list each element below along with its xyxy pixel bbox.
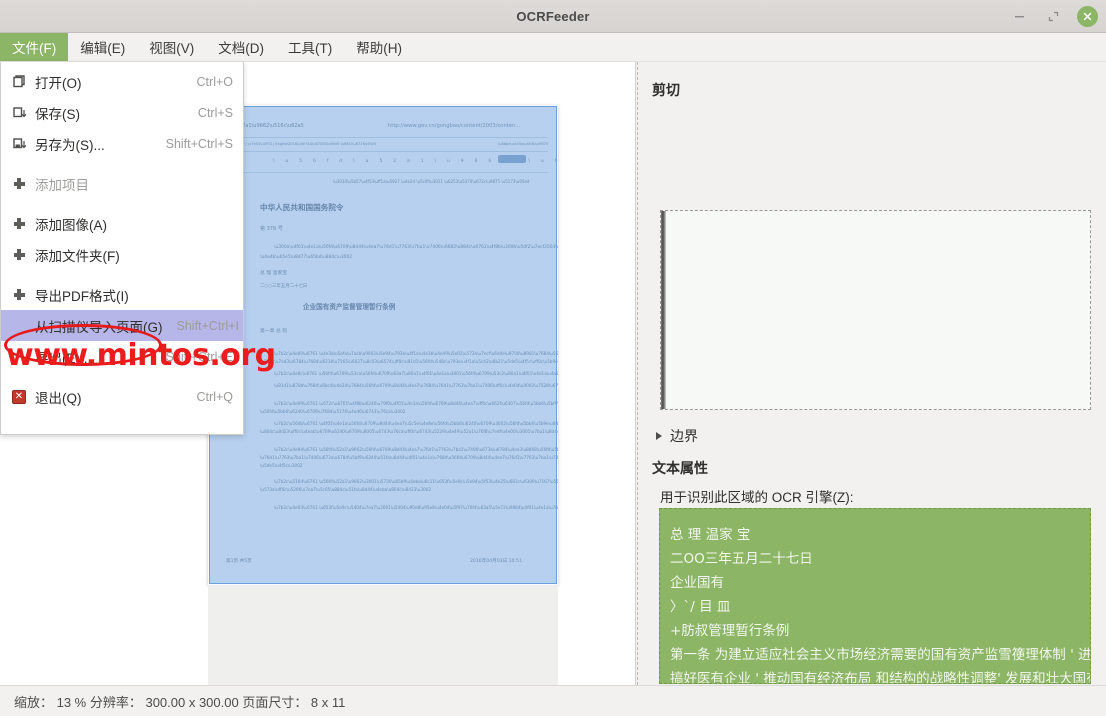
ocr-output-line: +肪叔管理暂行条例: [670, 623, 790, 639]
menu-item-save[interactable]: 保存(S) Ctrl+S: [1, 97, 243, 128]
menu-item-label: 添加图像(A): [35, 217, 107, 233]
menu-item-accel: Shift+Ctrl+E: [165, 349, 233, 364]
selected-region-overlay[interactable]: [209, 106, 557, 584]
plus-icon: [9, 215, 29, 233]
menu-item-label: 导出(E)...: [35, 350, 92, 366]
menubar-item-view[interactable]: 视图(V): [137, 33, 206, 61]
statusbar-text: 缩放： 13 % 分辨率： 300.00 x 300.00 页面尺寸： 8 x …: [14, 694, 346, 710]
file-menu-dropdown: 打开(O) Ctrl+O 保存(S) Ctrl+S 另存为(S)... Shif…: [0, 62, 244, 435]
menu-separator: [1, 159, 243, 168]
borders-expander[interactable]: 边界: [656, 426, 698, 446]
clip-preview-edge: [661, 211, 666, 409]
canvas-empty-band: [208, 585, 558, 685]
close-icon[interactable]: [1077, 6, 1098, 27]
scanner-icon: [9, 317, 29, 335]
menu-item-quit[interactable]: ✕ 退出(Q) Ctrl+Q: [1, 381, 243, 412]
menubar-item-file[interactable]: 文件(F): [0, 33, 69, 61]
menu-item-save-as[interactable]: 另存为(S)... Shift+Ctrl+S: [1, 128, 243, 159]
menu-item-label: 另存为(S)...: [35, 137, 105, 153]
menu-item-add-item: 添加项目: [1, 168, 243, 199]
menubar-item-help[interactable]: 帮助(H): [344, 33, 414, 61]
menu-item-open[interactable]: 打开(O) Ctrl+O: [1, 66, 243, 97]
menu-item-accel: Shift+Ctrl+S: [165, 136, 233, 151]
menu-item-label: 添加文件夹(F): [35, 248, 120, 264]
menubar: 文件(F) 编辑(E) 视图(V) 文档(D) 工具(T) 帮助(H): [0, 33, 1106, 62]
exit-icon: ✕: [9, 388, 29, 406]
window-controls: [1009, 0, 1098, 33]
borders-label: 边界: [670, 428, 698, 444]
statusbar: 缩放： 13 % 分辨率： 300.00 x 300.00 页面尺寸： 8 x …: [0, 685, 1106, 716]
menubar-item-edit[interactable]: 编辑(E): [68, 33, 137, 61]
ocr-output-textarea[interactable]: 总 理 温家 宝 二OO三年五月二十七日 企业国有 〉ˋ/ 目 皿 +肪叔管理暂…: [659, 508, 1091, 684]
menu-item-accel: Shift+Ctrl+I: [176, 318, 240, 333]
ocrfeeder-window: OCRFeeder 文件(F) 编辑(E) 视图(V) 文档(D) 工具(T): [0, 0, 1106, 716]
menu-item-label: 添加项目: [35, 177, 89, 193]
ocr-engine-label: 用于识别此区域的 OCR 引擎(Z):: [660, 490, 854, 505]
clip-section-title: 剪切: [652, 82, 680, 98]
plus-icon: [9, 286, 29, 304]
menu-item-accel: Ctrl+Q: [196, 389, 233, 404]
export-icon: [9, 348, 29, 366]
chevron-right-icon: [656, 432, 662, 440]
menu-item-add-folder[interactable]: 添加文件夹(F): [1, 239, 243, 270]
menu-item-accel: Ctrl+O: [196, 74, 233, 89]
ocr-output-line: 〉ˋ/ 目 皿: [670, 599, 731, 615]
menu-item-import-from-scanner[interactable]: 从扫描仪导入页面(G) Shift+Ctrl+I: [1, 310, 243, 341]
menu-separator: [1, 199, 243, 208]
menu-item-add-image[interactable]: 添加图像(A): [1, 208, 243, 239]
text-properties-title: 文本属性: [652, 460, 708, 476]
menu-item-label: 从扫描仪导入页面(G): [35, 319, 163, 335]
plus-icon: [9, 246, 29, 264]
ocr-output-line: 企业国有: [670, 575, 724, 591]
ocr-output-line: 二OO三年五月二十七日: [670, 551, 813, 567]
window-title: OCRFeeder: [516, 9, 590, 24]
menu-item-label: 退出(Q): [35, 390, 82, 406]
menubar-item-tools[interactable]: 工具(T): [276, 33, 344, 61]
ocr-output-line: 总 理 温家 宝: [670, 527, 751, 543]
save-as-icon: [9, 135, 29, 153]
save-icon: [9, 104, 29, 122]
ocr-output-line: 第一条 为建立适应社会主义市场经济需要的国有资产监雪箯理体制 ' 进_步: [670, 647, 1091, 663]
menu-item-export-pdf[interactable]: 导出PDF格式(I): [1, 279, 243, 310]
menu-item-label: 导出PDF格式(I): [35, 288, 129, 304]
menubar-item-document[interactable]: 文档(D): [206, 33, 276, 61]
clip-preview[interactable]: [660, 210, 1091, 410]
menu-item-label: 打开(O): [35, 75, 82, 91]
menu-item-export[interactable]: 导出(E)... Shift+Ctrl+E: [1, 341, 243, 372]
menu-item-label: 保存(S): [35, 106, 80, 122]
page-thumbnail[interactable]: \u56fd\u52a1\u9662\u516c\u62a5 http://ww…: [208, 105, 558, 585]
menu-item-accel: Ctrl+S: [197, 105, 233, 120]
ocr-output-line: 搞好医有企业 ' 推动国有经济布局 和结构的战略性调整' 发展和壮大国有经: [670, 671, 1091, 684]
menu-separator: [1, 270, 243, 279]
minimize-icon[interactable]: [1009, 6, 1030, 27]
restore-icon[interactable]: [1043, 6, 1064, 27]
open-icon: [9, 73, 29, 91]
menu-separator: [1, 372, 243, 381]
scanned-page-image: \u56fd\u52a1\u9662\u516c\u62a5 http://ww…: [208, 105, 558, 585]
plus-icon: [9, 175, 29, 193]
titlebar: OCRFeeder: [0, 0, 1106, 33]
